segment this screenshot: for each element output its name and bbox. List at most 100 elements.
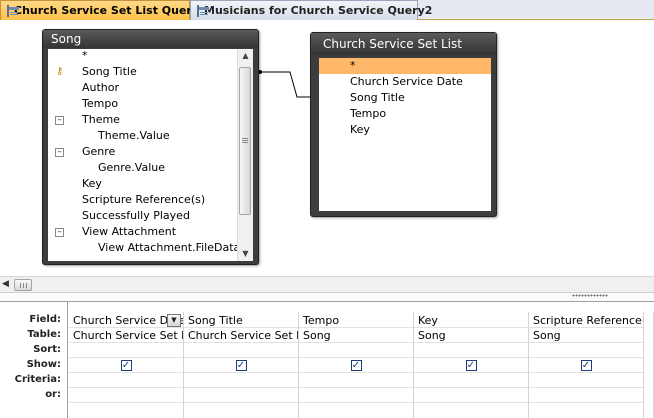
field-label: View Attachment.FileData [98,241,237,254]
field-label: Tempo [82,97,119,110]
sort-cell[interactable] [299,343,413,358]
table-title[interactable]: Church Service Set List [311,33,496,55]
table-cell[interactable]: Song [529,328,643,343]
song-field-author[interactable]: Author [48,80,237,96]
table-value: Song [303,329,331,342]
field-value: Key [418,314,438,327]
song-field-theme[interactable]: – Theme [48,112,237,128]
field-cell[interactable]: Scripture Reference(s) [529,313,643,328]
show-checkbox[interactable]: ✓ [350,359,362,371]
church-service-set-list-table-window[interactable]: Church Service Set List * Church Service … [310,32,497,217]
song-field-tempo[interactable]: Tempo [48,96,237,112]
field-label: Author [82,81,120,94]
collapse-icon[interactable]: – [55,228,64,237]
query-icon [7,4,19,17]
pane-splitter[interactable] [0,292,654,302]
song-field-all[interactable]: * [48,49,237,64]
table-cell[interactable]: Church Service Set List [184,328,298,343]
sort-cell[interactable] [414,343,528,358]
grid-column: Scripture Reference(s) Song ✓ [529,312,644,418]
table-title[interactable]: Song [43,30,258,48]
show-checkbox[interactable]: ✓ [580,359,592,371]
scroll-up-arrow-icon[interactable]: ▲ [238,49,253,63]
or-cell[interactable] [69,388,183,403]
or-cell[interactable] [529,388,643,403]
song-field-genre[interactable]: – Genre [48,144,237,160]
show-checkbox[interactable]: ✓ [120,359,132,371]
table-cell[interactable]: Song [414,328,528,343]
show-cell[interactable]: ✓ [299,358,413,373]
sort-cell[interactable] [529,343,643,358]
or-cell[interactable] [184,388,298,403]
or-cell[interactable] [414,388,528,403]
criteria-cell[interactable] [184,373,298,388]
table-cell[interactable]: Church Service Set List [69,328,183,343]
show-cell[interactable]: ✓ [69,358,183,373]
show-cell[interactable]: ✓ [414,358,528,373]
criteria-cell[interactable] [69,373,183,388]
splitter-grip[interactable] [572,294,608,297]
song-field-view-attachment-filedata[interactable]: View Attachment.FileData [48,240,237,256]
field-label: View Attachment [82,225,177,238]
row-label-sort: Sort: [33,344,61,355]
field-label: * [350,59,356,72]
criteria-cell[interactable] [414,373,528,388]
sort-cell[interactable] [184,343,298,358]
grid-column: Tempo Song ✓ [299,312,414,418]
show-cell[interactable]: ✓ [529,358,643,373]
scrollbar-thumb[interactable] [239,67,251,215]
field-label: Church Service Date [350,75,463,88]
grid-column: Song Title Church Service Set List ✓ [184,312,299,418]
song-field-theme-value[interactable]: Theme.Value [48,128,237,144]
scroll-down-arrow-icon[interactable]: ▼ [238,247,253,261]
set-list-field-tempo[interactable]: Tempo [319,106,491,122]
field-cell[interactable]: Song Title [184,313,298,328]
field-label: Scripture Reference(s) [82,193,206,206]
design-area-horizontal-scrollbar[interactable]: ◀ [0,276,654,292]
field-cell[interactable]: Key [414,313,528,328]
field-cell[interactable]: Tempo [299,313,413,328]
song-field-scripture-reference-s[interactable]: Scripture Reference(s) [48,192,237,208]
field-value: Scripture Reference(s) [533,314,643,327]
show-cell[interactable]: ✓ [184,358,298,373]
grid-column-empty[interactable] [644,312,654,418]
table-cell[interactable]: Song [299,328,413,343]
song-field-view-attachment[interactable]: – View Attachment [48,224,237,240]
grid-row-labels: Field: Table: Sort: Show: Criteria: or: [0,302,68,418]
sort-cell[interactable] [69,343,183,358]
collapse-icon[interactable]: – [55,148,64,157]
collapse-icon[interactable]: – [55,116,64,125]
tab-musicians-for-church-service-query2[interactable]: Musicians for Church Service Query2 [190,0,432,20]
song-field-song-title[interactable]: ⚷ Song Title [48,64,237,80]
tab-church-service-set-list-query2[interactable]: Church Service Set List Query2 [0,0,207,20]
song-field-genre-value[interactable]: Genre.Value [48,160,237,176]
or-cell[interactable] [299,388,413,403]
song-table-window[interactable]: Song * ⚷ Song Title Author Tempo – Theme Theme.… [42,29,259,265]
show-checkbox[interactable]: ✓ [235,359,247,371]
field-label: Genre.Value [98,161,166,174]
query-design-table-area: Song * ⚷ Song Title Author Tempo – Theme Theme.… [0,21,654,276]
song-field-list-scrollbar[interactable]: ▲ ▼ [237,49,253,261]
row-label-or: or: [45,389,61,400]
set-list-field-song-title[interactable]: Song Title [319,90,491,106]
scroll-left-arrow-icon[interactable]: ◀ [2,279,9,289]
table-value: Song [418,329,446,342]
field-value: Tempo [303,314,340,327]
show-checkbox[interactable]: ✓ [465,359,477,371]
song-field-successfully-played[interactable]: Successfully Played [48,208,237,224]
set-list-field-all[interactable]: * [319,58,491,74]
set-list-field-church-service-date[interactable]: Church Service Date [319,74,491,90]
scrollbar-thumb[interactable] [14,279,32,291]
song-field-key[interactable]: Key [48,176,237,192]
song-fields: * ⚷ Song Title Author Tempo – Theme Theme.Value… [48,49,237,256]
tab-label: Musicians for Church Service Query2 [204,4,433,17]
criteria-cell[interactable] [299,373,413,388]
field-label: Song Title [82,65,137,78]
row-label-table: Table: [27,329,61,340]
query-design-grid: Field: Table: Sort: Show: Criteria: or: Churc… [0,302,654,418]
criteria-cell[interactable] [529,373,643,388]
dropdown-arrow-icon[interactable]: ▼ [167,314,181,327]
set-list-field-key[interactable]: Key [319,122,491,138]
field-cell[interactable]: Church Service Date ▼ [69,313,183,328]
field-value: Song Title [188,314,243,327]
